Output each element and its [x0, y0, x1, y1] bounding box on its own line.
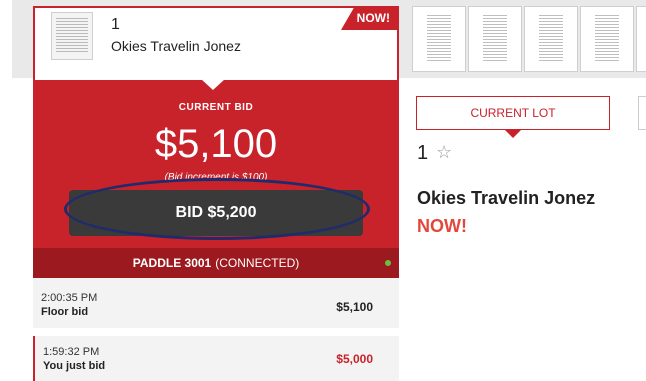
bid-time: 1:59:32 PM [43, 346, 100, 358]
history-divider [33, 328, 399, 336]
connected-dot-icon [385, 260, 391, 266]
document-thumbnail-icon [595, 15, 619, 61]
bid-increment-note: (Bid increment is $100) [164, 172, 268, 183]
bid-description: You just bid [43, 360, 106, 372]
bid-description: Floor bid [41, 306, 89, 318]
bid-history: 2:00:35 PM Floor bid $5,100 1:59:32 PM Y… [33, 278, 399, 381]
bid-amount: $5,100 [336, 300, 373, 314]
paddle-connection-status: (CONNECTED) [215, 256, 300, 270]
lot-thumbnail[interactable] [468, 6, 522, 72]
lot-thumbnail[interactable] [580, 6, 634, 72]
lot-thumbnail[interactable] [636, 6, 646, 72]
bid-history-row: 2:00:35 PM Floor bid $5,100 [33, 278, 399, 328]
current-lot-title: Okies Travelin Jonez [417, 188, 596, 208]
current-lot-status: NOW! [417, 216, 467, 236]
paddle-label: PADDLE 3001 [132, 256, 212, 270]
active-lot-number: 1 [111, 16, 120, 33]
current-bid-amount: $5,100 [154, 122, 278, 166]
lot-thumbnail[interactable] [412, 6, 466, 72]
current-lot-number: 1 [417, 142, 429, 164]
active-lot-title: Okies Travelin Jonez [111, 38, 241, 54]
bid-history-row: 1:59:32 PM You just bid $5,000 [33, 336, 399, 381]
place-bid-button[interactable]: BID $5,200 [69, 190, 363, 236]
active-lot-card[interactable]: 1 Okies Travelin Jonez NOW! [33, 6, 399, 80]
document-thumbnail-icon [483, 15, 507, 61]
lot-strip: 1 Okies Travelin Jonez NOW! [0, 0, 646, 80]
current-bid-panel: CURRENT BID $5,100 (Bid increment is $10… [33, 79, 399, 248]
lot-tabs: CURRENT LOT [416, 96, 646, 138]
paddle-status-bar: PADDLE 3001 (CONNECTED) [33, 248, 399, 278]
current-bid-label: CURRENT BID [178, 102, 254, 113]
document-thumbnail-icon [51, 12, 93, 60]
panel-pointer-icon [201, 79, 225, 90]
tab-next[interactable] [638, 96, 646, 130]
now-badge: NOW! [341, 6, 399, 30]
star-icon[interactable]: ☆ [436, 142, 452, 163]
lot-thumbnail[interactable] [524, 6, 578, 72]
bid-amount: $5,000 [336, 352, 373, 366]
tab-current-lot[interactable]: CURRENT LOT [416, 96, 610, 138]
document-thumbnail-icon [539, 15, 563, 61]
bid-time: 2:00:35 PM [41, 292, 98, 304]
document-thumbnail-icon [427, 15, 451, 61]
